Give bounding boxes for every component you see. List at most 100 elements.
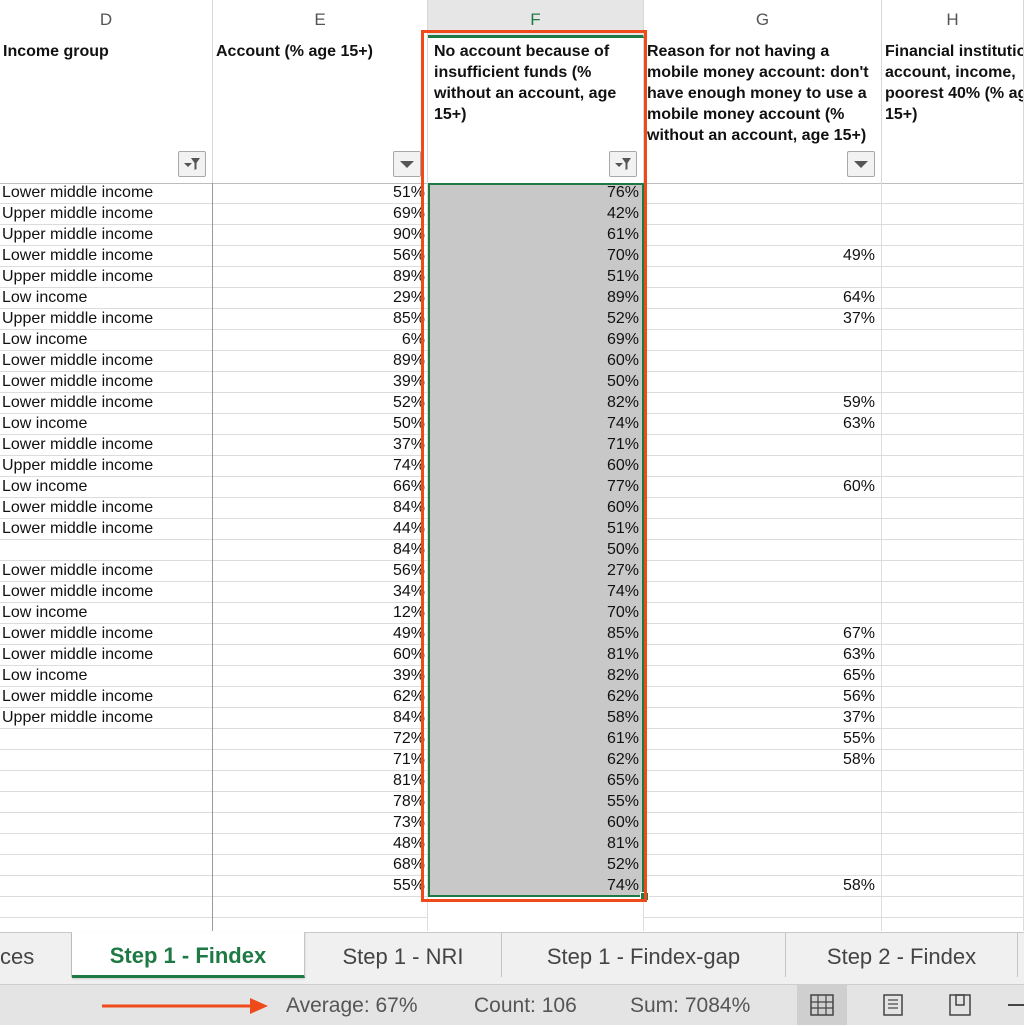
cell-account[interactable]: 89% [213,267,428,288]
sheet-tab-step1-nri[interactable]: Step 1 - NRI [305,933,502,977]
cell-account[interactable]: 68% [213,855,428,876]
header-financial-institution[interactable]: Financial institution account, income, p… [882,38,1024,183]
cell-financial-institution[interactable] [882,645,1024,666]
cell-financial-institution[interactable] [882,834,1024,855]
header-account[interactable]: Account (% age 15+) [213,38,428,183]
header-no-account-insufficient-funds[interactable]: No account because of insufficient funds… [428,38,644,183]
cell-no-account-funds[interactable]: 50% [428,540,644,561]
cell-financial-institution[interactable] [882,750,1024,771]
cell-account[interactable]: 78% [213,792,428,813]
cell-mobile-money-reason[interactable]: 58% [644,750,882,771]
column-header-h[interactable]: H [882,0,1024,38]
sheet-tab-references[interactable]: ces [0,933,72,977]
cell-account[interactable]: 12% [213,603,428,624]
cell-account[interactable]: 52% [213,393,428,414]
cell-financial-institution[interactable] [882,183,1024,204]
cell-no-account-funds[interactable]: 60% [428,351,644,372]
filter-active-button-d[interactable] [178,151,206,177]
cell-financial-institution[interactable] [882,897,1024,918]
cell-mobile-money-reason[interactable]: 37% [644,309,882,330]
fill-handle[interactable] [640,892,649,901]
cell-account[interactable]: 89% [213,351,428,372]
cell-financial-institution[interactable] [882,687,1024,708]
cell-income-group[interactable] [0,897,213,918]
cell-no-account-funds[interactable]: 55% [428,792,644,813]
cell-mobile-money-reason[interactable] [644,813,882,834]
cell-no-account-funds[interactable]: 74% [428,582,644,603]
cell-financial-institution[interactable] [882,666,1024,687]
cell-mobile-money-reason[interactable] [644,855,882,876]
cell-financial-institution[interactable] [882,351,1024,372]
cell-no-account-funds[interactable]: 51% [428,267,644,288]
cell-mobile-money-reason[interactable] [644,603,882,624]
cell-income-group[interactable]: Lower middle income [0,645,213,666]
cell-account[interactable]: 39% [213,372,428,393]
cell-mobile-money-reason[interactable]: 67% [644,624,882,645]
cell-income-group[interactable]: Lower middle income [0,393,213,414]
cell-income-group[interactable]: Lower middle income [0,372,213,393]
cell-account[interactable]: 74% [213,456,428,477]
cell-no-account-funds[interactable] [428,897,644,918]
cell-income-group[interactable]: Low income [0,414,213,435]
cell-income-group[interactable]: Lower middle income [0,246,213,267]
cell-mobile-money-reason[interactable]: 37% [644,708,882,729]
cell-account[interactable]: 90% [213,225,428,246]
cell-income-group[interactable]: Upper middle income [0,204,213,225]
cell-financial-institution[interactable] [882,225,1024,246]
cell-account[interactable]: 51% [213,183,428,204]
cell-mobile-money-reason[interactable] [644,897,882,918]
cell-financial-institution[interactable] [882,876,1024,897]
cell-income-group[interactable] [0,855,213,876]
cell-account[interactable]: 60% [213,645,428,666]
filter-dropdown-button-e[interactable] [393,151,421,177]
cell-account[interactable]: 66% [213,477,428,498]
sheet-tab-step1-findex[interactable]: Step 1 - Findex [72,932,305,978]
sheet-tab-step1-findex-gap[interactable]: Step 1 - Findex-gap [502,933,786,977]
cell-account[interactable]: 62% [213,687,428,708]
cell-no-account-funds[interactable]: 74% [428,876,644,897]
cell-account[interactable]: 56% [213,246,428,267]
cell-income-group[interactable] [0,792,213,813]
cell-income-group[interactable]: Upper middle income [0,708,213,729]
cell-account[interactable]: 81% [213,771,428,792]
cell-no-account-funds[interactable]: 60% [428,813,644,834]
cell-no-account-funds[interactable]: 70% [428,603,644,624]
cell-mobile-money-reason[interactable] [644,372,882,393]
cell-account[interactable]: 69% [213,204,428,225]
cell-financial-institution[interactable] [882,414,1024,435]
cell-account[interactable]: 84% [213,498,428,519]
cell-mobile-money-reason[interactable] [644,435,882,456]
cell-financial-institution[interactable] [882,393,1024,414]
cell-mobile-money-reason[interactable]: 55% [644,729,882,750]
cell-financial-institution[interactable] [882,288,1024,309]
cell-account[interactable]: 84% [213,708,428,729]
cell-no-account-funds[interactable] [428,918,644,931]
cell-mobile-money-reason[interactable] [644,267,882,288]
column-header-e[interactable]: E [213,0,428,38]
cell-income-group[interactable] [0,834,213,855]
cell-income-group[interactable]: Upper middle income [0,309,213,330]
cell-income-group[interactable]: Low income [0,603,213,624]
cell-no-account-funds[interactable]: 51% [428,519,644,540]
cell-financial-institution[interactable] [882,540,1024,561]
cell-income-group[interactable]: Upper middle income [0,267,213,288]
cell-income-group[interactable] [0,771,213,792]
cell-income-group[interactable]: Low income [0,330,213,351]
cell-no-account-funds[interactable]: 65% [428,771,644,792]
cell-account[interactable]: 39% [213,666,428,687]
cell-income-group[interactable] [0,540,213,561]
cell-financial-institution[interactable] [882,330,1024,351]
cell-financial-institution[interactable] [882,582,1024,603]
cell-no-account-funds[interactable]: 70% [428,246,644,267]
header-mobile-money-reason[interactable]: Reason for not having a mobile money acc… [644,38,882,183]
cell-mobile-money-reason[interactable] [644,834,882,855]
cell-mobile-money-reason[interactable] [644,582,882,603]
cell-mobile-money-reason[interactable] [644,225,882,246]
cell-no-account-funds[interactable]: 71% [428,435,644,456]
cell-no-account-funds[interactable]: 52% [428,855,644,876]
sheet-tab-step2-findex[interactable]: Step 2 - Findex [786,933,1018,977]
cell-mobile-money-reason[interactable]: 60% [644,477,882,498]
cell-income-group[interactable]: Lower middle income [0,183,213,204]
cell-income-group[interactable]: Lower middle income [0,624,213,645]
cell-income-group[interactable] [0,813,213,834]
